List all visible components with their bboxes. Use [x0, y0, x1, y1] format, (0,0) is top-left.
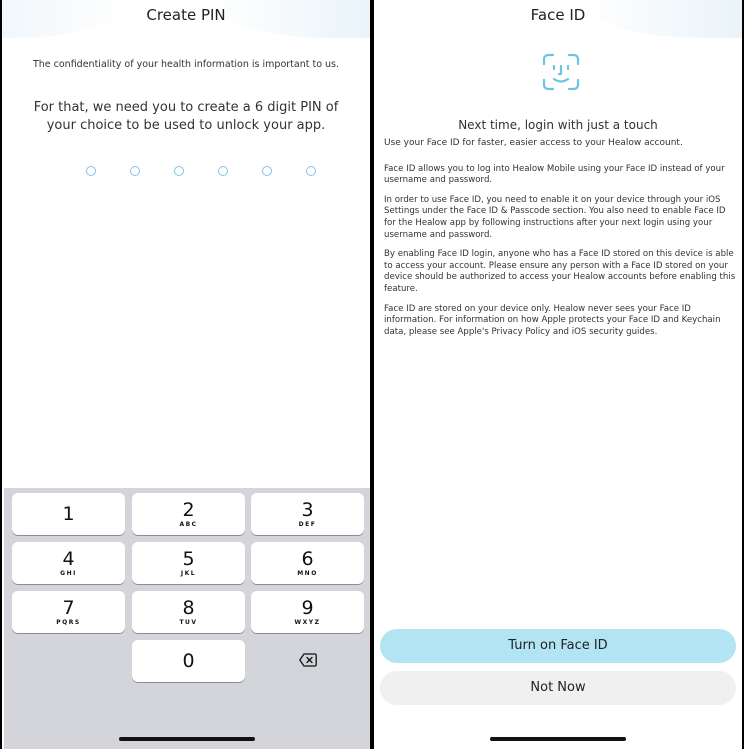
paragraph: In order to use Face ID, you need to ena…: [384, 194, 726, 240]
paragraph: Face ID are stored on your device only. …: [384, 303, 721, 337]
numeric-keypad: 1 2 ABC 3 DEF 4 GHI 5 JKL 6 MNO 7 PQRS 8: [4, 488, 370, 749]
pin-dot: [262, 166, 272, 176]
pin-dot: [86, 166, 96, 176]
create-pin-screen: Create PIN The confidentiality of your h…: [0, 0, 370, 749]
key-3[interactable]: 3 DEF: [251, 493, 364, 535]
not-now-button[interactable]: Not Now: [380, 671, 736, 705]
key-letters: JKL: [180, 570, 197, 577]
key-digit: 2: [182, 499, 195, 521]
key-1[interactable]: 1: [12, 493, 125, 535]
home-indicator: [119, 737, 255, 741]
key-digit: 1: [62, 503, 75, 525]
key-letters: PQRS: [56, 619, 81, 626]
key-digit: 9: [301, 597, 314, 619]
page-title: Face ID: [530, 6, 586, 24]
key-digit: 6: [301, 548, 314, 570]
key-letters: TUV: [179, 619, 198, 626]
paragraph: Face ID allows you to log into Healow Mo…: [384, 163, 725, 186]
confidentiality-text: The confidentiality of your health infor…: [32, 59, 340, 70]
face-id-headline: Next time, login with just a touch: [458, 118, 658, 132]
key-digit: 5: [182, 548, 195, 570]
pin-dot: [306, 166, 316, 176]
turn-on-face-id-button[interactable]: Turn on Face ID: [380, 629, 736, 663]
key-8[interactable]: 8 TUV: [132, 591, 245, 633]
pin-dot: [174, 166, 184, 176]
key-7[interactable]: 7 PQRS: [12, 591, 125, 633]
page-title: Create PIN: [146, 6, 226, 24]
key-letters: GHI: [60, 570, 77, 577]
home-indicator: [490, 737, 626, 741]
paragraph: By enabling Face ID login, anyone who ha…: [384, 249, 736, 294]
pin-instructions: For that, we need you to create a 6 digi…: [33, 100, 339, 133]
key-5[interactable]: 5 JKL: [132, 542, 245, 584]
key-digit: 7: [62, 597, 75, 619]
delete-left-icon: [299, 653, 317, 667]
face-id-screen: Face ID Next time, login with just a tou…: [374, 0, 744, 749]
pin-entry-indicator: [86, 166, 322, 180]
key-digit: 4: [62, 548, 75, 570]
key-0[interactable]: 0: [132, 640, 245, 682]
key-letters: ABC: [179, 521, 198, 528]
pin-dot: [130, 166, 140, 176]
key-digit: 0: [182, 650, 195, 672]
key-digit: 8: [182, 597, 195, 619]
pin-dot: [218, 166, 228, 176]
key-6[interactable]: 6 MNO: [251, 542, 364, 584]
face-id-icon: [542, 53, 580, 91]
backspace-key[interactable]: [251, 640, 364, 682]
key-letters: MNO: [297, 570, 318, 577]
face-id-description: Use your Face ID for faster, easier acce…: [384, 138, 736, 346]
key-letters: WXYZ: [294, 619, 321, 626]
key-9[interactable]: 9 WXYZ: [251, 591, 364, 633]
key-4[interactable]: 4 GHI: [12, 542, 125, 584]
paragraph: Use your Face ID for faster, easier acce…: [384, 138, 683, 148]
key-2[interactable]: 2 ABC: [132, 493, 245, 535]
key-letters: DEF: [298, 521, 317, 528]
key-digit: 3: [301, 499, 314, 521]
